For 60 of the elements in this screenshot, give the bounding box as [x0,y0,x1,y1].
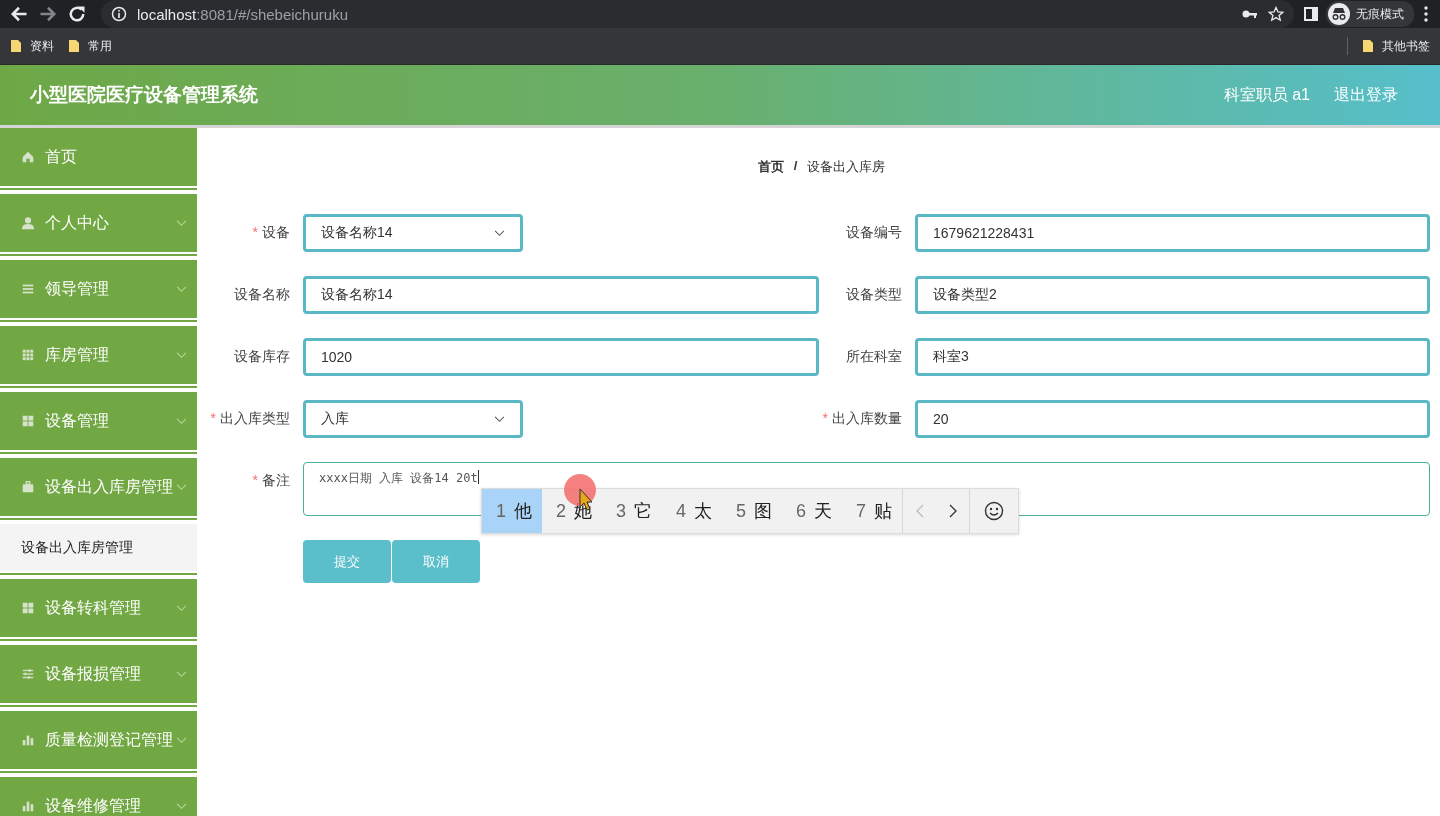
url-text[interactable]: localhost:8081/#/shebeichuruku [137,5,348,23]
more-menu-icon[interactable] [1424,6,1428,22]
folder-icon [1362,39,1374,53]
chevron-left-icon [915,504,924,518]
select-field[interactable]: 入库 [303,400,523,438]
input-field[interactable]: 1679621228431 [915,214,1430,252]
reload-icon[interactable] [67,4,87,24]
ime-candidate[interactable]: 5 图 [722,489,783,533]
bar-chart-icon [21,799,35,813]
submenu-item[interactable]: 设备出入库房管理 [0,524,197,571]
sliders-icon [21,667,35,681]
breadcrumb-item: 设备出入库房 [807,158,886,176]
incognito-profile-button[interactable]: 无痕模式 [1326,1,1414,27]
field-label: * 出入库类型 [210,410,291,428]
bookmark[interactable]: 常用 [68,37,112,55]
key-icon[interactable] [1242,9,1258,19]
briefcase-icon [21,480,35,494]
side-panel-icon[interactable] [1304,7,1318,21]
folder-icon [68,39,80,53]
field-label: 设备库存 [233,348,291,366]
grid-icon [21,414,35,428]
info-icon[interactable] [111,6,127,22]
ime-candidate[interactable]: 7 贴 [842,489,903,533]
ime-candidate[interactable]: 6 天 [782,489,843,533]
input-field[interactable]: 设备名称14 [303,276,819,314]
field-label: * 设备 [251,224,291,242]
input-field[interactable]: 20 [915,400,1430,438]
chevron-down-icon [494,229,505,237]
bar-chart-icon [21,733,35,747]
smiley-icon[interactable] [984,501,1005,521]
incognito-icon [1328,3,1350,25]
input-field[interactable]: 1020 [303,338,819,376]
chevron-down-icon [494,415,505,423]
user-icon [21,216,35,230]
home-icon [21,150,35,164]
bookmark[interactable]: 资料 [10,37,54,55]
user-name: 科室职员 a1 [1223,84,1310,105]
ime-candidate[interactable]: 3 它 [602,489,663,533]
field-label: 设备编号 [845,224,903,242]
field-label: 所在科室 [845,348,903,366]
breadcrumb-separator: / [793,158,798,175]
field-label: 设备名称 [233,286,291,304]
field-label: * 出入库数量 [821,410,903,428]
grid-icon [21,601,35,615]
field-label: * 备注 [251,471,291,490]
back-arrow-icon[interactable] [9,4,29,24]
other-bookmarks[interactable]: 其他书签 [1362,37,1430,55]
folder-icon [10,39,22,53]
input-field[interactable]: 科室3 [915,338,1430,376]
list-icon [21,282,35,296]
ime-candidate[interactable]: 4 太 [662,489,723,533]
app-title: 小型医院医疗设备管理系统 [30,83,258,107]
breadcrumb-item[interactable]: 首页 [757,158,784,176]
ime-candidate[interactable]: 1 他 [482,489,542,533]
select-field[interactable]: 设备名称14 [303,214,523,252]
chevron-right-icon [948,504,957,518]
field-label: 设备类型 [845,286,903,304]
input-field[interactable]: 设备类型2 [915,276,1430,314]
star-icon[interactable] [1268,6,1284,22]
grid-icon [21,348,35,362]
